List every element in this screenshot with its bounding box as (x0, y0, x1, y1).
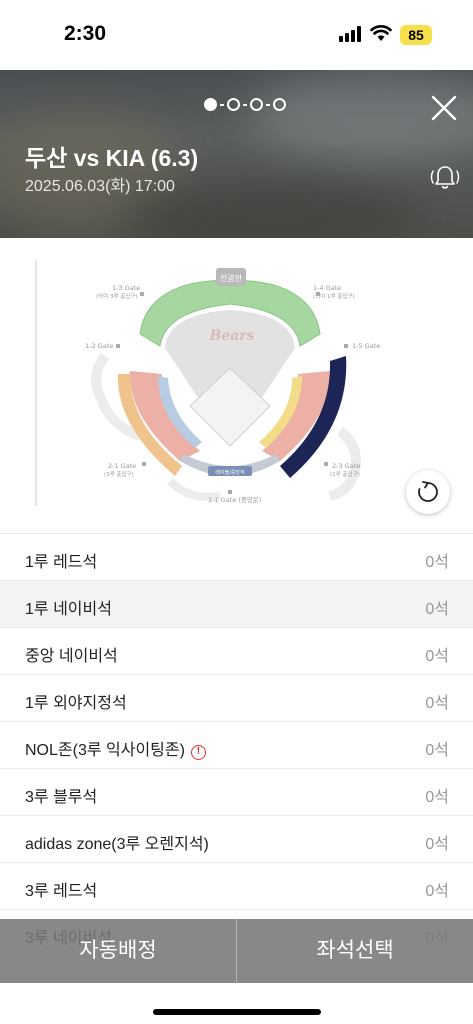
seat-grade-row[interactable]: 1루 외야지정석 0석 (0, 675, 473, 722)
home-indicator[interactable] (153, 1009, 321, 1015)
gate-2-3-sub: (1루 출입구) (330, 470, 360, 478)
seat-remaining-count: 0석 (425, 742, 449, 759)
seat-remaining-count: 0석 (425, 554, 449, 571)
seat-grade-label: 3루 블루석 (25, 789, 98, 806)
seat-remaining-count: 0석 (425, 789, 449, 806)
seat-remaining-count: 0석 (425, 883, 449, 900)
alert-info-icon[interactable]: ! (190, 745, 206, 760)
status-time: 2:30 (64, 22, 107, 45)
gate-1-5: 1-5 Gate (352, 342, 380, 350)
seat-grade-label: 1루 네이비석 (25, 601, 112, 618)
gate-2-1-sub: (3루 출입구) (104, 470, 134, 478)
seat-grade-name: 3루 레드석 (25, 877, 97, 901)
seat-grade-list: 1루 레드석 0석 1루 네이비석 0석 중앙 네이비석 0석 1루 외야지정석 0석 NOL존… (0, 533, 473, 957)
page-dot (250, 98, 263, 111)
seat-grade-label: 1루 레드석 (25, 554, 98, 571)
gate-2-1: 2-1 Gate (108, 462, 136, 470)
center-seat-label: 테이블/중앙석 (215, 469, 244, 476)
seat-grade-row[interactable]: NOL존(3루 익사이팅존)! 0석 (0, 722, 473, 769)
gate-1-1: 1-1 Gate (중앙문) (208, 496, 261, 504)
auto-assign-button[interactable]: 자동배정 (0, 919, 237, 983)
seat-grade-name: 1루 레드석 (25, 548, 97, 572)
gate-1-4: 1-4 Gate (313, 284, 341, 292)
match-title: 두산 vs KIA (6.3) (25, 145, 199, 171)
match-header: 두산 vs KIA (6.3) 2025.06.03(화) 17:00 (0, 70, 473, 238)
wifi-icon (370, 25, 392, 41)
page-dot (204, 98, 217, 111)
seat-grade-row[interactable]: 중앙 네이비석 0석 (0, 628, 473, 675)
seat-grade-row[interactable]: 1루 네이비석 0석 (0, 581, 473, 628)
stadium-seat-map[interactable]: 전광판 Bears 테이블/중앙석 1-3 Gate (외야 3루 출입구) 1… (30, 256, 410, 511)
seat-grade-row[interactable]: 1루 레드석 0석 (0, 534, 473, 581)
gate-1-2: 1-2 Gate (85, 342, 113, 350)
seat-grade-name: 1루 네이비석 (25, 595, 112, 619)
page-dot (227, 98, 240, 111)
refresh-button[interactable] (406, 470, 450, 514)
bears-logo: Bears (208, 328, 254, 344)
match-datetime: 2025.06.03(화) 17:00 (25, 178, 175, 195)
page-indicator (204, 98, 286, 111)
seat-grade-label: adidas zone(3루 오렌지석) (25, 836, 209, 853)
seat-grade-label: 3루 레드석 (25, 883, 98, 900)
seat-grade-row[interactable]: 3루 레드석 0석 (0, 863, 473, 910)
seat-remaining-count: 0석 (425, 648, 449, 665)
home-area (0, 983, 473, 1024)
seat-grade-name: 1루 외야지정석 (25, 689, 127, 713)
seat-remaining-count: 0석 (425, 836, 449, 853)
close-icon[interactable] (430, 94, 458, 122)
gate-1-3: 1-3 Gate (112, 284, 140, 292)
seat-grade-name: 3루 블루석 (25, 783, 97, 807)
refresh-icon (418, 481, 438, 502)
bottom-action-bar: 자동배정 좌석선택 (0, 919, 473, 983)
seat-grade-label: 1루 외야지정석 (25, 695, 127, 712)
seat-grade-row[interactable]: 3루 블루석 0석 (0, 769, 473, 816)
status-bar: 2:30 85 (0, 0, 473, 70)
gate-2-3: 2-3 Gate (332, 462, 360, 470)
signal-icon (339, 26, 363, 42)
page-dot (273, 98, 286, 111)
seat-map-area: 전광판 Bears 테이블/중앙석 1-3 Gate (외야 3루 출입구) 1… (0, 238, 473, 533)
scoreboard-label: 전광판 (220, 273, 243, 283)
seat-grade-name: adidas zone(3루 오렌지석) (25, 830, 209, 854)
seat-grade-label: NOL존(3루 익사이팅존) (25, 742, 185, 759)
bell-icon[interactable] (428, 160, 462, 194)
battery-indicator: 85 (400, 25, 432, 45)
seat-grade-row[interactable]: adidas zone(3루 오렌지석) 0석 (0, 816, 473, 863)
seat-remaining-count: 0석 (425, 695, 449, 712)
gate-1-3-sub: (외야 3루 출입구) (96, 292, 138, 300)
seat-remaining-count: 0석 (425, 601, 449, 618)
seat-grade-name: 중앙 네이비석 (25, 642, 118, 666)
select-seat-button[interactable]: 좌석선택 (237, 919, 473, 983)
seat-grade-name: NOL존(3루 익사이팅존)! (25, 736, 206, 760)
seat-grade-label: 중앙 네이비석 (25, 648, 118, 665)
